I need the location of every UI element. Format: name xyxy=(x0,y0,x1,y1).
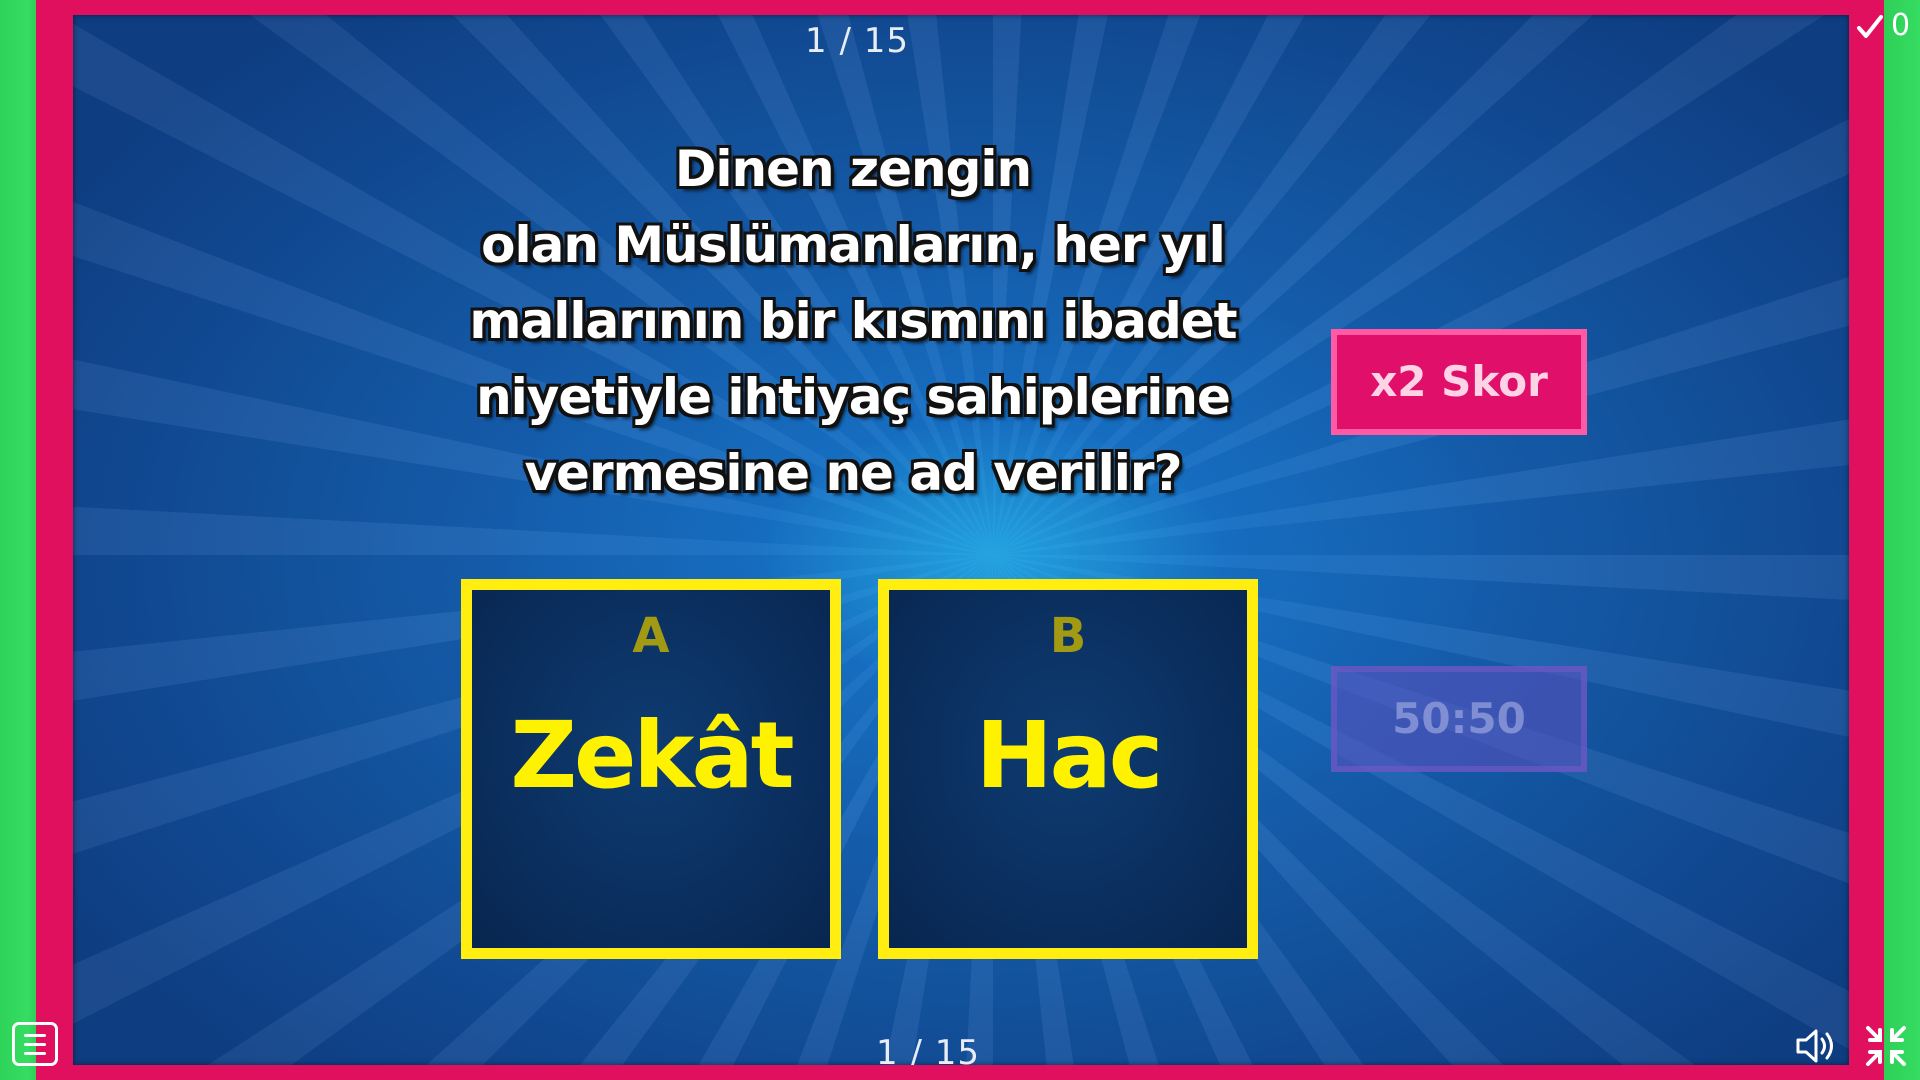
answer-letter: B xyxy=(1049,608,1087,664)
check-icon xyxy=(1857,15,1883,38)
fifty-fifty-button[interactable]: 50:50 xyxy=(1331,666,1587,772)
menu-icon xyxy=(24,1034,46,1037)
question-text: Dinen zengin olan Müslümanların, her yıl… xyxy=(458,131,1248,511)
question-counter-bottom: 1 / 15 xyxy=(876,1033,980,1065)
game-board: 1 / 15 Dinen zengin olan Müslümanların, … xyxy=(73,15,1849,1065)
right-edge-band xyxy=(1884,0,1920,1080)
answer-option-a[interactable]: A Zekât xyxy=(461,579,841,959)
answer-text: Zekât xyxy=(510,702,794,809)
exit-fullscreen-icon[interactable] xyxy=(1864,1024,1908,1068)
speaker-icon[interactable] xyxy=(1794,1026,1838,1066)
score-count: 0 xyxy=(1891,8,1911,43)
answer-option-b[interactable]: B Hac xyxy=(878,579,1258,959)
answer-letter: A xyxy=(632,608,670,664)
question-line: mallarının bir kısmını ibadet xyxy=(469,292,1237,350)
question-line: vermesine ne ad verilir? xyxy=(524,444,1182,502)
question-counter-top: 1 / 15 xyxy=(805,21,909,61)
answer-text: Hac xyxy=(975,702,1164,809)
double-score-button[interactable]: x2 Skor xyxy=(1331,329,1587,435)
game-stage: 1 / 15 Dinen zengin olan Müslümanların, … xyxy=(0,0,1920,1080)
menu-icon xyxy=(24,1043,46,1046)
menu-icon xyxy=(24,1052,46,1055)
question-line: Dinen zengin xyxy=(674,140,1032,198)
question-line: olan Müslümanların, her yıl xyxy=(481,216,1226,274)
menu-button[interactable] xyxy=(12,1022,58,1066)
question-line: niyetiyle ihtiyaç sahiplerine xyxy=(476,368,1231,426)
